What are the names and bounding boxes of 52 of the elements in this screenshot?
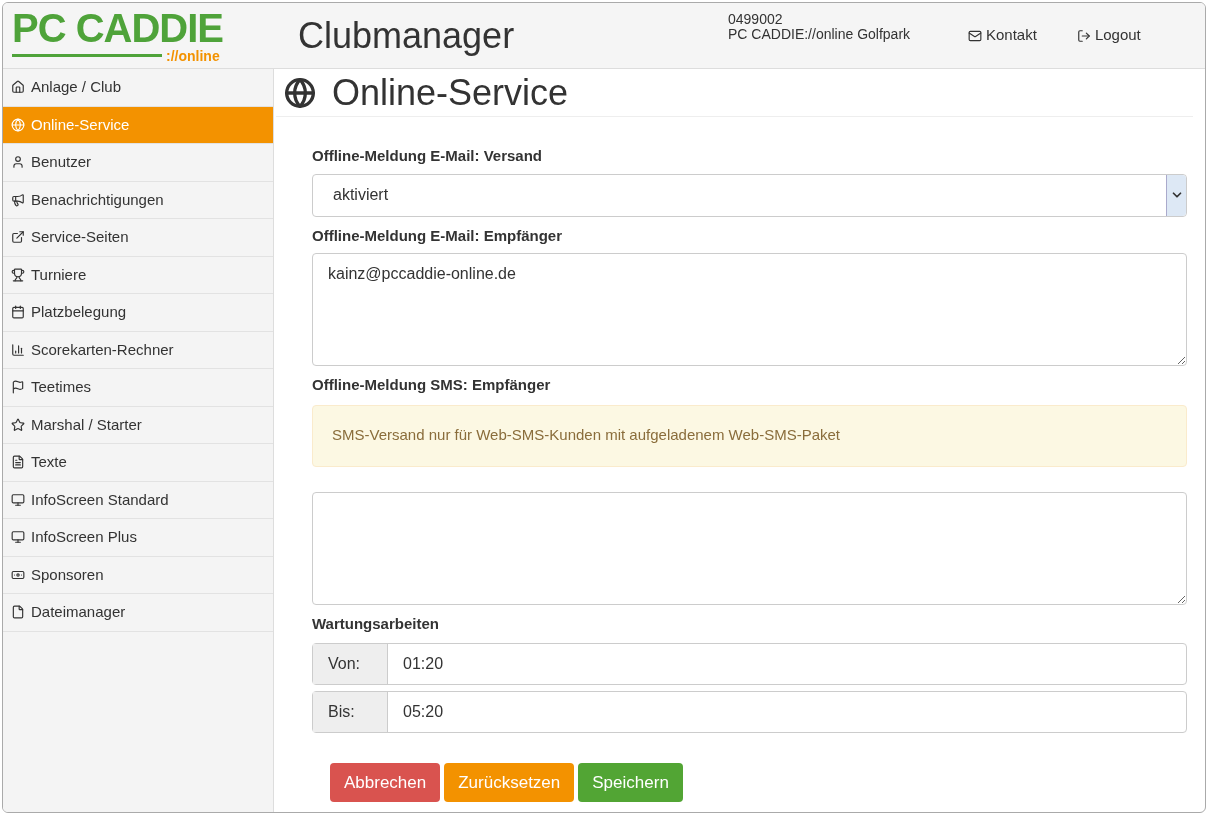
- time-field[interactable]: Bis: 05:20: [312, 691, 1187, 733]
- bar-chart-icon: [11, 342, 25, 357]
- app-title: Clubmanager: [298, 13, 516, 58]
- calendar-icon: [11, 305, 25, 320]
- logo-text: PC CADDIE: [12, 7, 225, 48]
- sidebar-item[interactable]: InfoScreen Plus: [3, 519, 273, 557]
- monitor-icon: [11, 492, 25, 507]
- input-field[interactable]: [312, 491, 1187, 605]
- field-label: Wartungsarbeiten: [312, 613, 440, 634]
- home-icon: [11, 80, 25, 95]
- sidebar-item[interactable]: Benachrichtigungen: [3, 181, 273, 219]
- addon-label: Von:: [313, 644, 388, 684]
- sidebar-item[interactable]: Dateimanager: [3, 594, 273, 632]
- cancel-button[interactable]: Abbrechen: [330, 763, 441, 802]
- club-name: PC CADDIE://online Golfpark: [728, 26, 912, 42]
- time-field[interactable]: Von: 01:20: [312, 643, 1187, 685]
- sidebar-item[interactable]: InfoScreen Standard: [3, 481, 273, 519]
- sidebar-item[interactable]: Teetimes: [3, 369, 273, 407]
- field-label: Offline-Meldung E-Mail: Empfänger: [312, 225, 563, 246]
- sidebar-item[interactable]: Scorekarten-Rechner: [3, 331, 273, 369]
- sidebar-item[interactable]: Service-Seiten: [3, 219, 273, 257]
- document-icon: [11, 455, 25, 470]
- notice-box: SMS-Versand nur für Web-SMS-Kunden mit aufgeladenem Web-SMS-Paket: [312, 404, 1187, 467]
- sidebar-item[interactable]: Marshal / Starter: [3, 406, 273, 444]
- external-link-icon: [11, 230, 25, 245]
- trophy-icon: [11, 267, 25, 282]
- envelope-icon: [968, 28, 982, 43]
- sidebar-item[interactable]: Turniere: [3, 256, 273, 294]
- club-id: 0499002: [728, 11, 784, 27]
- logo-subtext: ://online: [166, 47, 220, 64]
- sidebar-item[interactable]: Benutzer: [3, 144, 273, 182]
- user-icon: [11, 155, 25, 170]
- field-label: Offline-Meldung SMS: Empfänger: [312, 375, 552, 395]
- logout-link[interactable]: Logout: [1076, 24, 1141, 47]
- megaphone-icon: [11, 192, 25, 207]
- sidebar-item[interactable]: Sponsoren: [3, 556, 273, 594]
- monitor-icon: [11, 530, 25, 545]
- logout-icon: [1076, 28, 1091, 43]
- sidebar-item[interactable]: Texte: [3, 444, 273, 482]
- file-icon: [11, 605, 25, 620]
- page-title: Online-Service: [332, 70, 569, 115]
- star-icon: [11, 417, 25, 432]
- addon-label: Bis:: [313, 692, 388, 732]
- flag-icon: [11, 380, 25, 395]
- contact-link[interactable]: Kontakt: [968, 24, 1037, 47]
- field-label: Offline-Meldung E-Mail: Versand: [312, 146, 544, 166]
- dispatch-select[interactable]: aktiviert: [312, 173, 1187, 217]
- sidebar-item[interactable]: Platzbelegung: [3, 294, 273, 332]
- globe-icon: [11, 117, 25, 132]
- globe-icon: [284, 76, 316, 109]
- input-field[interactable]: kainz@pccaddie-online.de: [312, 253, 1187, 366]
- sidebar-item[interactable]: Anlage / Club: [3, 69, 273, 107]
